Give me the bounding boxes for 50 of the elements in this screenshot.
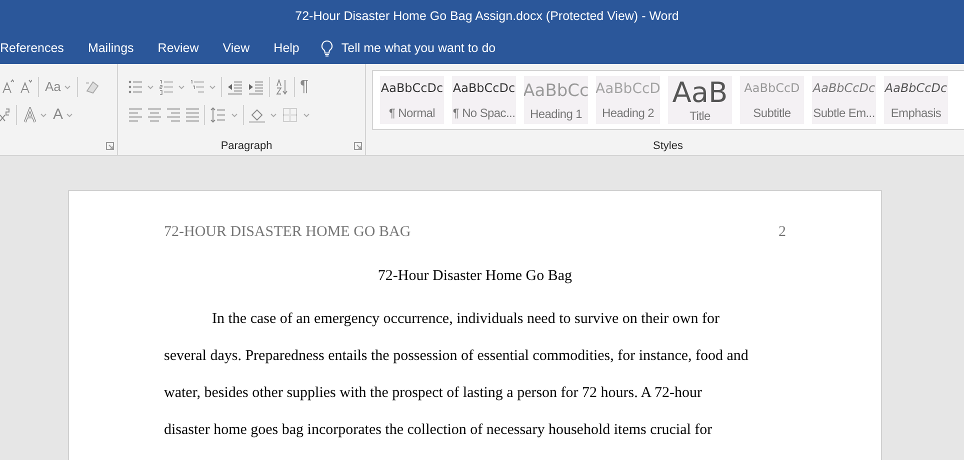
group-label: Paragraph [220, 138, 272, 154]
caret-icon[interactable] [40, 112, 47, 118]
sort-icon[interactable] [275, 79, 289, 95]
align-left-icon[interactable] [128, 107, 142, 123]
style-option[interactable]: AaB Title [668, 76, 732, 124]
caret-icon[interactable] [66, 112, 74, 118]
caret-icon[interactable] [178, 84, 185, 90]
numbering-icon[interactable] [159, 79, 173, 95]
align-right-icon[interactable] [166, 107, 180, 123]
shrink-font-icon[interactable] [20, 79, 32, 95]
ribbon-tab[interactable]: Mailings [76, 33, 146, 64]
caret-icon[interactable] [303, 112, 310, 118]
borders-icon[interactable] [282, 107, 298, 123]
style-option[interactable]: AaBbCcDc Subtle Em... [812, 76, 876, 124]
justify-icon[interactable] [185, 107, 199, 123]
lightbulb-icon [321, 40, 334, 57]
shading-icon[interactable] [249, 107, 265, 123]
bullets-icon[interactable] [128, 79, 142, 95]
line-spacing-icon[interactable] [210, 107, 226, 123]
superscript-icon[interactable] [0, 107, 10, 123]
style-option[interactable]: AaBbCcD Heading 2 [596, 76, 660, 124]
document-title: 72-Hour Disaster Home Go Bag [378, 268, 572, 284]
page-number: 2 [778, 223, 786, 242]
ribbon-tab[interactable]: Review [146, 33, 211, 64]
caret-icon[interactable] [231, 112, 238, 118]
style-option[interactable]: AaBbCcDc ¶ Normal [380, 76, 444, 124]
caret-icon[interactable] [64, 84, 71, 90]
ribbon-tab[interactable]: References [0, 33, 76, 64]
window-title: 72-Hour Disaster Home Go Bag Assign.docx (Protected View) - Word [295, 8, 679, 26]
tell-me-field[interactable]: Tell me what you want to do [341, 39, 542, 58]
multilevel-list-icon[interactable] [190, 79, 204, 95]
caret-icon[interactable] [270, 112, 277, 118]
dialog-launcher-icon[interactable] [106, 142, 114, 150]
ribbon-tab[interactable]: View [210, 33, 262, 64]
style-option[interactable]: AaBbCcDc Emphasis [884, 76, 948, 124]
grow-font-icon[interactable] [2, 79, 14, 95]
clear-formatting-icon[interactable] [84, 79, 100, 95]
body-paragraph: In the case of an emergency occurrence, individuals need to survive on their own for several days. Preparedness entails the possession of essential commodities, for instance, food and water, besides other supplies with the prospect of lasting a person for 72 hours. A 72-hour disaster home goes bag incorporates the collection of necessary household items crucial for [164, 310, 750, 440]
decrease-indent-icon[interactable] [227, 79, 243, 95]
style-option[interactable]: AaBbCcD Subtitle [740, 76, 804, 124]
align-center-icon[interactable] [147, 107, 161, 123]
dialog-launcher-icon[interactable] [354, 142, 362, 150]
running-head: 72-HOUR DISASTER HOME GO BAG [164, 223, 411, 242]
caret-icon[interactable] [147, 84, 154, 90]
ribbon-tab[interactable]: Help [262, 33, 312, 64]
text-effects-icon[interactable] [23, 107, 37, 123]
caret-icon[interactable] [209, 84, 216, 90]
group-label: Styles [653, 138, 683, 154]
style-option[interactable]: AaBbCcDc ¶ No Spac... [452, 76, 516, 124]
increase-indent-icon[interactable] [248, 79, 264, 95]
